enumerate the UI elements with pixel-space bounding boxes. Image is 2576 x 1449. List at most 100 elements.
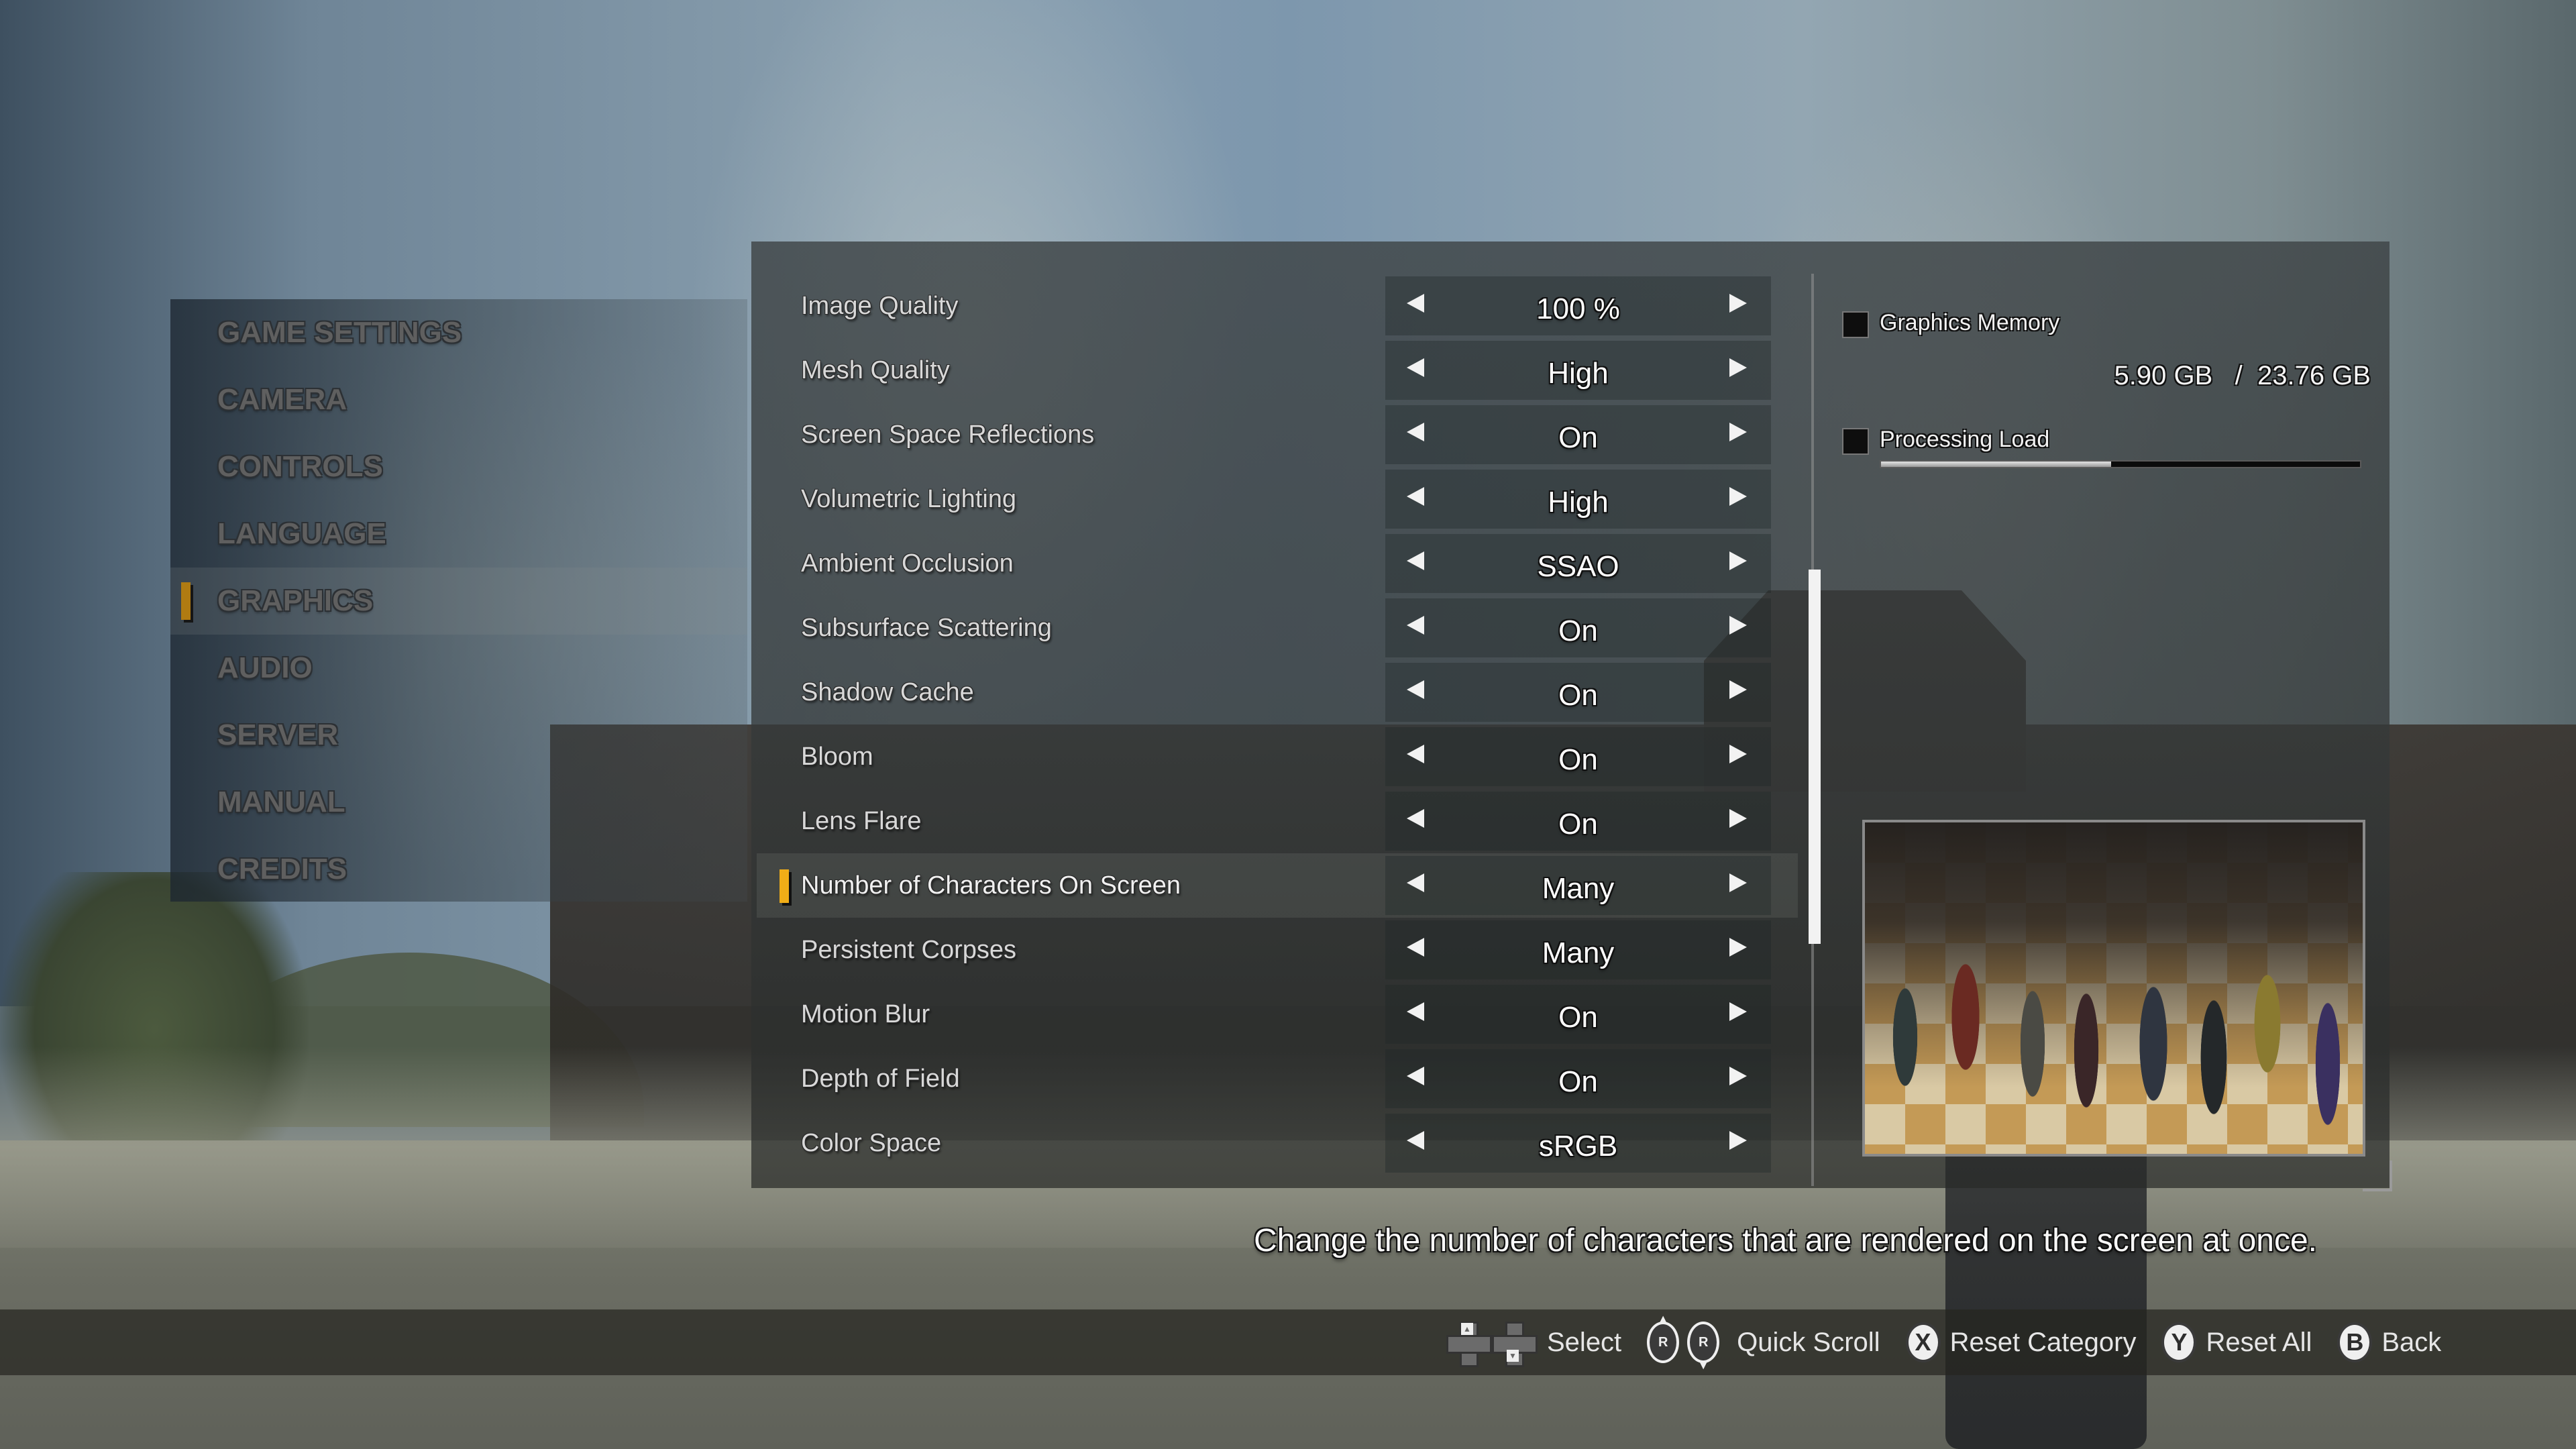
setting-description: Change the number of characters that are…: [1254, 1223, 2317, 1258]
panel-corner-accent: [2363, 1161, 2392, 1191]
settings-list: Image Quality 100 % Mesh Quality High Screen…: [751, 274, 1798, 1175]
setting-row[interactable]: Persistent Corpses Many: [751, 918, 1798, 982]
arrow-right-icon[interactable]: [1729, 873, 1747, 892]
arrow-right-icon[interactable]: [1729, 1002, 1747, 1021]
dpad-down-icon: ▼: [1492, 1322, 1538, 1367]
setting-label: Subsurface Scattering: [801, 613, 1052, 642]
arrow-right-icon[interactable]: [1729, 487, 1747, 506]
arrow-left-icon[interactable]: [1407, 938, 1424, 957]
hint-quick-scroll[interactable]: ▲ R ▼ R Quick Scroll: [1647, 1312, 1880, 1372]
setting-value-selector[interactable]: SSAO: [1385, 534, 1771, 593]
arrow-right-icon[interactable]: [1729, 680, 1747, 699]
processing-load-bar: [1880, 460, 2361, 468]
arrow-left-icon[interactable]: [1407, 1067, 1424, 1085]
setting-row[interactable]: Volumetric Lighting High: [751, 467, 1798, 531]
setting-row[interactable]: Screen Space Reflections On: [751, 402, 1798, 467]
setting-row[interactable]: Shadow Cache On: [751, 660, 1798, 724]
setting-label: Image Quality: [801, 291, 959, 320]
arrow-left-icon[interactable]: [1407, 1002, 1424, 1021]
arrow-right-icon[interactable]: [1729, 938, 1747, 957]
setting-value-selector[interactable]: On: [1385, 598, 1771, 657]
setting-label: Screen Space Reflections: [801, 420, 1095, 449]
setting-row[interactable]: Ambient Occlusion SSAO: [751, 531, 1798, 596]
setting-row[interactable]: Image Quality 100 %: [751, 274, 1798, 338]
setting-row[interactable]: Color Space sRGB: [751, 1111, 1798, 1175]
nav-item-graphics[interactable]: GRAPHICS: [170, 568, 747, 635]
setting-value-selector[interactable]: On: [1385, 985, 1771, 1044]
nav-item-camera[interactable]: CAMERA: [170, 366, 747, 433]
setting-label: Shadow Cache: [801, 678, 974, 706]
arrow-left-icon[interactable]: [1407, 358, 1424, 377]
nav-item-server[interactable]: SERVER: [170, 702, 747, 769]
setting-row[interactable]: Depth of Field On: [751, 1046, 1798, 1111]
b-button-icon: B: [2337, 1322, 2373, 1362]
arrow-right-icon[interactable]: [1729, 294, 1747, 313]
right-stick-down-icon: ▼ R: [1687, 1322, 1720, 1372]
memory-used: 5.90 GB: [2114, 361, 2213, 390]
nav-item-language[interactable]: LANGUAGE: [170, 500, 747, 568]
hint-reset-category[interactable]: X Reset Category: [1905, 1322, 2137, 1362]
selection-indicator: [181, 582, 191, 620]
arrow-left-icon[interactable]: [1407, 423, 1424, 441]
setting-label: Bloom: [801, 742, 873, 771]
arrow-left-icon[interactable]: [1407, 616, 1424, 635]
setting-label: Ambient Occlusion: [801, 549, 1014, 578]
arrow-left-icon[interactable]: [1407, 294, 1424, 313]
nav-item-game-settings[interactable]: GAME SETTINGS: [170, 299, 747, 366]
setting-row[interactable]: Lens Flare On: [751, 789, 1798, 853]
arrow-left-icon[interactable]: [1407, 809, 1424, 828]
setting-value-selector[interactable]: On: [1385, 792, 1771, 851]
setting-value: SSAO: [1537, 550, 1619, 583]
arrow-right-icon[interactable]: [1729, 745, 1747, 763]
setting-value-selector[interactable]: High: [1385, 341, 1771, 400]
arrow-right-icon[interactable]: [1729, 1067, 1747, 1085]
setting-value-selector[interactable]: On: [1385, 405, 1771, 464]
arrow-right-icon[interactable]: [1729, 423, 1747, 441]
arrow-right-icon[interactable]: [1729, 551, 1747, 570]
hint-label: Reset Category: [1949, 1327, 2137, 1357]
arrow-left-icon[interactable]: [1407, 745, 1424, 763]
setting-value-selector[interactable]: sRGB: [1385, 1114, 1771, 1173]
arrow-left-icon[interactable]: [1407, 487, 1424, 506]
arrow-left-icon[interactable]: [1407, 873, 1424, 892]
setting-value-selector[interactable]: On: [1385, 1049, 1771, 1108]
nav-item-audio[interactable]: AUDIO: [170, 635, 747, 702]
arrow-right-icon[interactable]: [1729, 358, 1747, 377]
graphics-memory-label: Graphics Memory: [1880, 310, 2060, 335]
setting-value-selector[interactable]: 100 %: [1385, 276, 1771, 335]
hint-reset-all[interactable]: Y Reset All: [2161, 1322, 2312, 1362]
setting-value-selector[interactable]: Many: [1385, 856, 1771, 915]
setting-row[interactable]: Bloom On: [751, 724, 1798, 789]
setting-label: Mesh Quality: [801, 356, 950, 384]
setting-value-selector[interactable]: On: [1385, 727, 1771, 786]
arrow-left-icon[interactable]: [1407, 551, 1424, 570]
setting-row[interactable]: Number of Characters On Screen Many: [757, 853, 1798, 918]
hint-back[interactable]: B Back: [2337, 1322, 2441, 1362]
nav-item-credits[interactable]: CREDITS: [170, 836, 747, 903]
x-button-icon: X: [1905, 1322, 1941, 1362]
setting-row[interactable]: Subsurface Scattering On: [751, 596, 1798, 660]
nav-item-manual[interactable]: MANUAL: [170, 769, 747, 836]
setting-row[interactable]: Motion Blur On: [751, 982, 1798, 1046]
hint-select[interactable]: ▲ ▼ Select: [1446, 1322, 1621, 1367]
preview-image: [1862, 820, 2365, 1157]
processing-load-label: Processing Load: [1880, 427, 2050, 452]
arrow-left-icon[interactable]: [1407, 680, 1424, 699]
setting-label: Color Space: [801, 1128, 942, 1157]
setting-value-selector[interactable]: High: [1385, 470, 1771, 529]
arrow-left-icon[interactable]: [1407, 1131, 1424, 1150]
arrow-right-icon[interactable]: [1729, 809, 1747, 828]
setting-value: sRGB: [1538, 1130, 1618, 1163]
setting-value: 100 %: [1536, 292, 1620, 325]
setting-value-selector[interactable]: Many: [1385, 920, 1771, 979]
scrollbar-thumb[interactable]: [1809, 570, 1821, 944]
setting-label: Motion Blur: [801, 1000, 930, 1028]
setting-row[interactable]: Mesh Quality High: [751, 338, 1798, 402]
setting-value-selector[interactable]: On: [1385, 663, 1771, 722]
arrow-right-icon[interactable]: [1729, 616, 1747, 635]
setting-label: Volumetric Lighting: [801, 484, 1017, 513]
graphics-memory-legend-icon: [1842, 311, 1869, 338]
nav-item-controls[interactable]: CONTROLS: [170, 433, 747, 500]
setting-value: On: [1558, 808, 1598, 841]
arrow-right-icon[interactable]: [1729, 1131, 1747, 1150]
